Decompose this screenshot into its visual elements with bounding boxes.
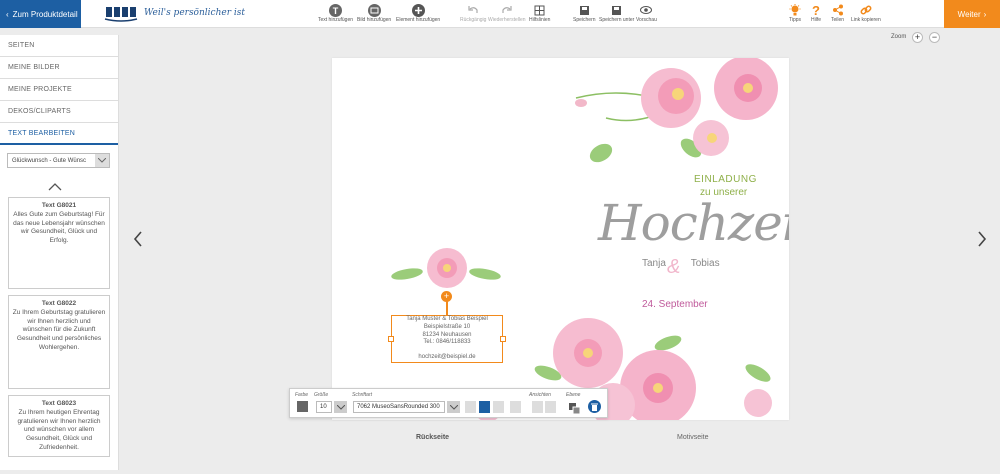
text-add-icon: T [329, 3, 343, 17]
save-as-icon [611, 3, 622, 17]
view-option-2-button[interactable] [545, 401, 556, 413]
add-image-button[interactable]: Bild hinzufügen [357, 3, 391, 23]
align-center-button[interactable] [479, 401, 490, 413]
page-label-front[interactable]: Motivseite [677, 434, 709, 441]
zoom-in-button[interactable]: + [912, 32, 923, 43]
sidebar-item-meine-bilder[interactable]: MEINE BILDER [0, 57, 118, 79]
invitation-names: Tanja Tobias [642, 258, 720, 269]
address-text[interactable]: Tanja Muster & Tobias Beispiel Beispiels… [391, 316, 503, 362]
color-swatch[interactable] [297, 401, 308, 412]
scroll-up-icon[interactable] [48, 182, 62, 192]
add-element-button[interactable]: Element hinzufügen [396, 3, 440, 23]
text-style-button[interactable] [510, 401, 521, 413]
next-button[interactable]: Weiter › [944, 0, 1000, 28]
font-family-dropdown-arrow[interactable] [447, 401, 460, 413]
text-template-card[interactable]: Text G8023 Zu Ihrem heutigen Ehrentag gr… [8, 395, 110, 457]
share-icon [832, 3, 844, 17]
rotate-handle-icon[interactable]: + [441, 291, 452, 302]
flower-decoration-small [391, 248, 501, 288]
zoom-label: Zoom [891, 34, 907, 40]
undo-icon [467, 3, 479, 17]
help-button[interactable]: ? Hilfe [811, 2, 821, 24]
sidebar: SEITEN MEINE BILDER MEINE PROJEKTE DEKOS… [0, 35, 119, 470]
brand-logo [104, 5, 138, 22]
flower-decoration-top [575, 58, 778, 163]
next-page-arrow[interactable] [976, 230, 988, 248]
tips-button[interactable]: Tipps [789, 3, 801, 23]
preview-icon [640, 3, 653, 17]
chevron-right-icon: › [983, 9, 987, 19]
copy-link-button[interactable]: Link kopieren [851, 3, 881, 23]
ampersand: & [667, 256, 681, 278]
back-to-product-button[interactable]: ‹ Zum Produktdetail [0, 0, 81, 28]
view-option-1-button[interactable] [532, 401, 543, 413]
chevron-down-icon [95, 154, 109, 167]
top-toolbar: ‹ Zum Produktdetail Weil's persönlicher … [0, 0, 1000, 28]
save-as-button[interactable]: Speichern unter [599, 3, 634, 23]
font-family-select[interactable]: 7062 MuseoSansRounded 300 [353, 401, 445, 413]
delete-button[interactable] [588, 400, 601, 413]
link-icon [860, 3, 872, 17]
invitation-date: 24. September [642, 299, 708, 310]
layer-icon[interactable] [569, 401, 581, 415]
svg-text:T: T [333, 6, 339, 16]
trash-icon [591, 403, 598, 411]
previous-page-arrow[interactable] [132, 230, 144, 248]
lightbulb-icon [789, 3, 801, 17]
element-add-icon [411, 3, 425, 17]
preview-button[interactable]: Vorschau [636, 3, 657, 23]
sidebar-item-meine-projekte[interactable]: MEINE PROJEKTE [0, 79, 118, 101]
font-size-dropdown-arrow[interactable] [334, 401, 347, 413]
brand-slogan: Weil's persönlicher ist [144, 8, 245, 18]
zoom-out-button[interactable]: − [929, 32, 940, 43]
undo-button[interactable]: Rückgängig [460, 3, 486, 23]
sidebar-item-seiten[interactable]: SEITEN [0, 35, 118, 57]
image-add-icon [367, 3, 381, 17]
card-canvas[interactable]: EINLADUNG zu unserer Hochzeit Tanja Tobi… [332, 58, 789, 420]
add-text-button[interactable]: T Text hinzufügen [318, 3, 353, 23]
page-label-back[interactable]: Rückseite [416, 434, 449, 441]
align-right-button[interactable] [493, 401, 504, 413]
sidebar-item-dekos-cliparts[interactable]: DEKOS/CLIPARTS [0, 101, 118, 123]
invitation-title: EINLADUNG [694, 174, 757, 185]
redo-icon [501, 3, 513, 17]
redo-button[interactable]: Wiederherstellen [488, 3, 526, 23]
text-template-card[interactable]: Text G8021 Alles Gute zum Geburtstag! Fü… [8, 197, 110, 289]
save-button[interactable]: Speichern [573, 3, 596, 23]
text-category-select[interactable]: Glückwunsch - Gute Wünsc [7, 153, 110, 168]
text-template-card[interactable]: Text G8022 Zu Ihrem Geburtstag gratulier… [8, 295, 110, 389]
text-edit-toolbar: Farbe Größe 10 Schriftart 7062 MuseoSans… [289, 388, 608, 418]
invitation-hochzeit: Hochzeit [598, 194, 789, 252]
save-icon [579, 3, 590, 17]
share-button[interactable]: Teilen [831, 3, 844, 23]
guidelines-button[interactable]: Hilfslinien [529, 3, 550, 23]
font-size-select[interactable]: 10 [316, 401, 332, 413]
grid-icon [534, 3, 545, 17]
sidebar-item-text-bearbeiten[interactable]: TEXT BEARBEITEN [0, 123, 118, 145]
chevron-left-icon: ‹ [6, 9, 9, 19]
help-icon: ? [812, 2, 820, 18]
align-left-button[interactable] [465, 401, 476, 413]
